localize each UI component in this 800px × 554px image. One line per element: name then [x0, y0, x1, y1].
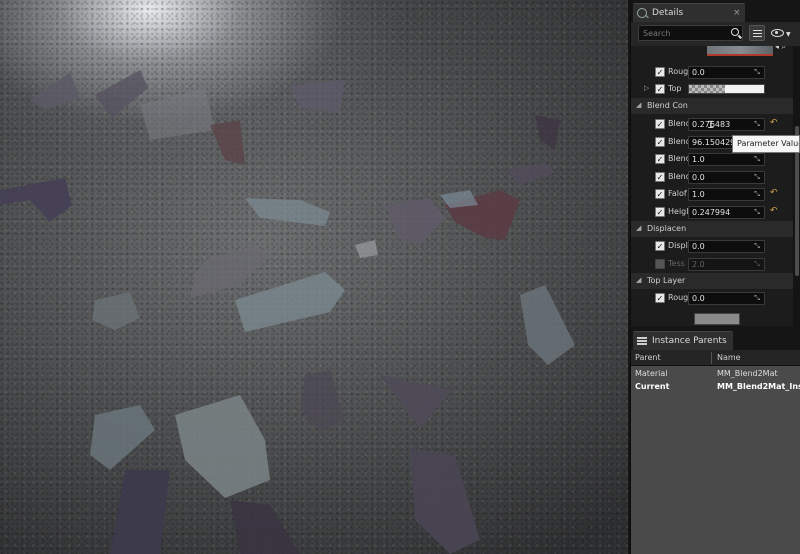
chevron-down-icon: ▼ — [786, 31, 791, 38]
reset-arrow-icon[interactable]: ↶ — [770, 206, 778, 216]
details-icon — [637, 8, 647, 18]
param-row-blend-3: ✓ Blend 1.0 ⤡ — [631, 151, 793, 168]
reset-arrow-icon[interactable]: ↶ — [770, 188, 778, 198]
table-row[interactable]: Material MM_Blend2Mat — [631, 367, 800, 380]
param-row-height: ✓ Heigl 0.247994 ⤡ ↶ — [631, 204, 793, 221]
spinner-icon[interactable]: ⤡ — [752, 208, 762, 217]
param-checkbox[interactable]: ✓ — [655, 137, 665, 147]
param-label: Tess — [668, 259, 685, 268]
parents-table-header: Parent Name — [631, 350, 800, 366]
details-tabbar: Details × — [631, 0, 800, 22]
search-row: ▼ — [631, 22, 800, 46]
3d-viewport[interactable] — [0, 0, 628, 554]
name-cell: MM_Blend2Mat — [717, 369, 778, 378]
param-label: Roug — [668, 67, 689, 76]
param-row-blend-4: ✓ Blend 0.0 ⤡ — [631, 169, 793, 186]
asset-action-icons[interactable]: ◂ ⌕ — [775, 46, 786, 52]
instance-parents-tab-title: Instance Parents — [652, 336, 727, 346]
list-icon — [637, 337, 647, 345]
param-label: Top — [668, 84, 682, 93]
search-input[interactable] — [639, 26, 729, 40]
details-tab-title: Details — [652, 8, 684, 18]
parameter-tooltip: Parameter Value — [732, 135, 800, 153]
spinner-icon[interactable]: ⤡ — [752, 155, 762, 164]
column-divider[interactable] — [711, 352, 712, 364]
rock-fragments — [0, 70, 575, 554]
param-checkbox[interactable]: ✓ — [655, 84, 665, 94]
category-top-layer[interactable]: ◢ Top Layer — [631, 273, 793, 289]
instance-parents-panel: Instance Parents Parent Name Material MM… — [630, 328, 800, 554]
color-ramp-swatch[interactable] — [688, 84, 765, 94]
param-checkbox[interactable]: ✓ — [655, 293, 665, 303]
parent-cell: Material — [635, 369, 668, 378]
param-checkbox[interactable] — [655, 259, 665, 269]
param-checkbox[interactable]: ✓ — [655, 241, 665, 251]
details-tab[interactable]: Details × — [633, 3, 745, 22]
category-displacement[interactable]: ◢ Displacen — [631, 221, 793, 237]
expand-arrow-icon[interactable]: ▷ — [644, 84, 649, 92]
view-options-button[interactable]: ▼ — [771, 28, 793, 39]
spinner-icon[interactable]: ⤡ — [752, 120, 762, 129]
name-cell: MM_Blend2Mat_Inst — [717, 382, 800, 391]
eye-icon — [771, 29, 784, 37]
spinner-icon[interactable]: ⤡ — [752, 190, 762, 199]
texture-thumbnail[interactable] — [707, 46, 773, 56]
spinner-icon[interactable]: ⤡ — [752, 260, 762, 269]
vertical-scrollbar[interactable] — [793, 46, 800, 326]
details-panel: Details × ▼ ◂ ⌕ ✓ Roug 0.0 ⤡ ▷ ✓ T — [630, 0, 800, 326]
param-row-tessellation: Tess 2.0 ⤡ — [631, 256, 793, 273]
param-row-top: ▷ ✓ Top — [631, 81, 793, 98]
texture-preview[interactable] — [694, 313, 740, 325]
mouse-cursor-icon: Ɪ — [708, 120, 714, 131]
param-checkbox[interactable]: ✓ — [655, 67, 665, 77]
category-label: Top Layer — [647, 276, 686, 285]
spinner-icon[interactable]: ⤡ — [752, 294, 762, 303]
param-label: Heigl — [668, 207, 689, 216]
spinner-icon[interactable]: ⤡ — [752, 68, 762, 77]
column-header-name[interactable]: Name — [717, 353, 741, 362]
collapse-arrow-icon[interactable]: ◢ — [636, 101, 641, 109]
parent-cell: Current — [635, 382, 670, 391]
param-row-roughness: ✓ Roug 0.0 ⤡ — [631, 64, 793, 81]
spinner-icon[interactable]: ⤡ — [752, 242, 762, 251]
collapse-arrow-icon[interactable]: ◢ — [636, 224, 641, 232]
param-checkbox[interactable]: ✓ — [655, 119, 665, 129]
param-row-top-roughness: ✓ Roug 0.0 ⤡ — [631, 290, 793, 307]
search-icon — [731, 28, 739, 36]
property-list: ◂ ⌕ ✓ Roug 0.0 ⤡ ▷ ✓ Top ◢ Blend Con ✓ B… — [631, 46, 793, 326]
param-label: Falof — [668, 189, 687, 198]
param-row-falloff: ✓ Falof 1.0 ⤡ ↶ — [631, 186, 793, 203]
search-box[interactable] — [638, 25, 743, 41]
param-row-displacement: ✓ Displ 0.0 ⤡ — [631, 238, 793, 255]
reset-arrow-icon[interactable]: ↶ — [770, 118, 778, 128]
instance-parents-tab[interactable]: Instance Parents — [633, 331, 733, 350]
category-label: Displacen — [647, 224, 687, 233]
instance-parents-tabbar: Instance Parents — [631, 328, 800, 350]
close-icon[interactable]: × — [733, 8, 741, 18]
param-checkbox[interactable]: ✓ — [655, 207, 665, 217]
category-label: Blend Con — [647, 101, 688, 110]
param-checkbox[interactable]: ✓ — [655, 172, 665, 182]
param-checkbox[interactable]: ✓ — [655, 189, 665, 199]
column-header-parent[interactable]: Parent — [635, 353, 661, 362]
spinner-icon[interactable]: ⤡ — [752, 173, 762, 182]
param-label: Roug — [668, 293, 689, 302]
param-label: Displ — [668, 241, 688, 250]
collapse-arrow-icon[interactable]: ◢ — [636, 276, 641, 284]
category-blend-controls[interactable]: ◢ Blend Con — [631, 98, 793, 114]
table-row[interactable]: Current MM_Blend2Mat_Inst — [631, 380, 800, 393]
param-checkbox[interactable]: ✓ — [655, 154, 665, 164]
grid-view-icon[interactable] — [749, 25, 765, 41]
